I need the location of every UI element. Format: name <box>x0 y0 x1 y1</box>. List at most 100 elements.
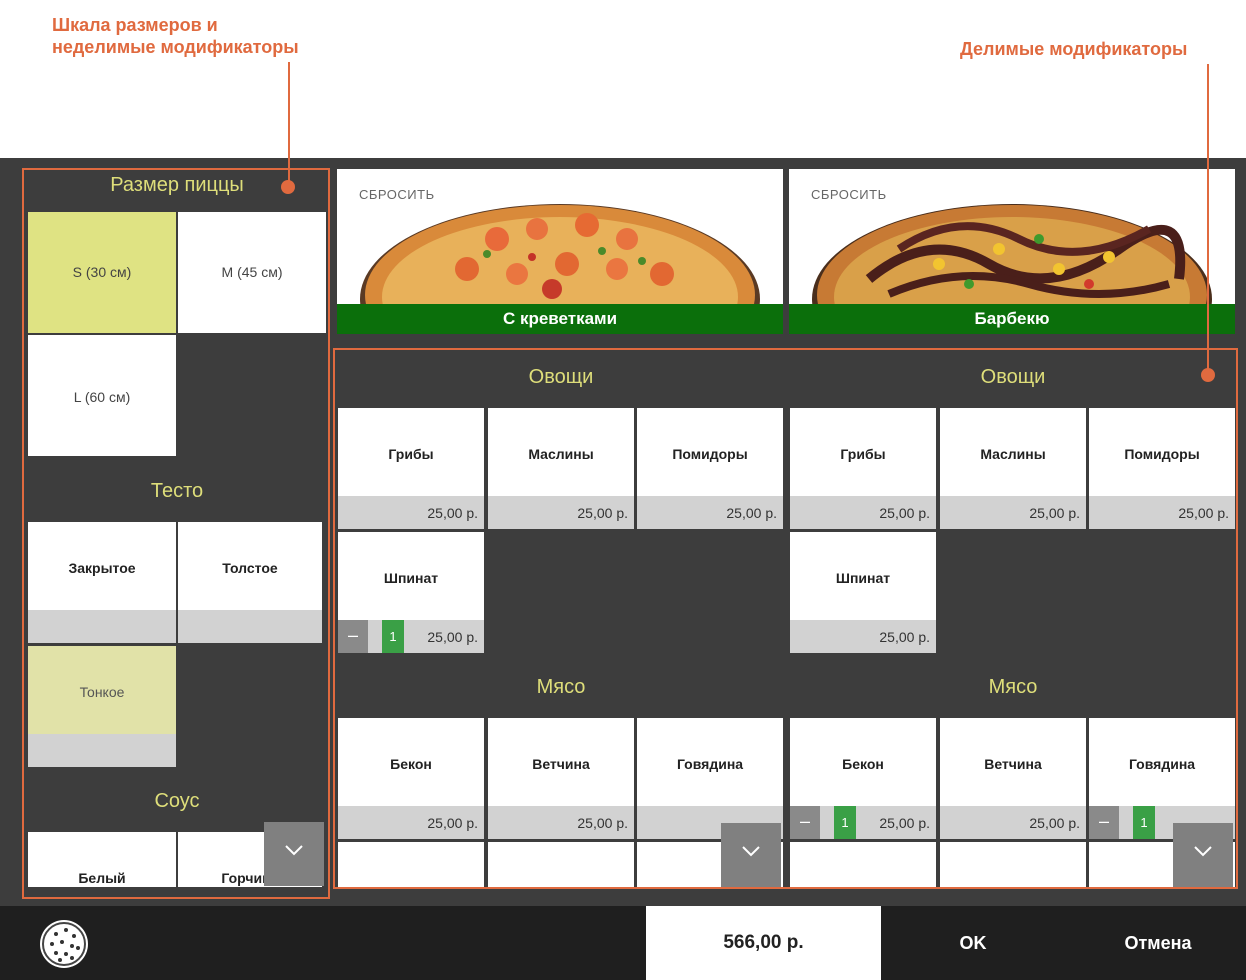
dough-closed-label: Закрытое <box>68 560 136 576</box>
half-2-scroll-down-button[interactable] <box>1173 823 1233 887</box>
price-bar: 25,00 р. <box>338 496 484 529</box>
dough-thick-label: Толстое <box>222 560 278 576</box>
price-bar <box>178 610 322 643</box>
ok-button[interactable]: OK <box>883 906 1063 980</box>
modifier-olives-half-1[interactable]: Маслины 25,00 р. <box>488 408 634 529</box>
size-m-button[interactable]: M (45 см) <box>178 212 326 333</box>
modifier-price: 25,00 р. <box>577 815 628 831</box>
pizza-name-bbq: Барбекю <box>789 304 1235 334</box>
modifier-name: Шпинат <box>835 570 891 586</box>
half-1-scroll-down-button[interactable] <box>721 823 781 887</box>
price-bar: 25,00 р. <box>488 806 634 839</box>
price-bar: – 1 25,00 р. <box>338 620 484 653</box>
order-total: 566,00 р. <box>646 906 881 980</box>
modifier-name: Помидоры <box>1124 446 1200 462</box>
modifier-name: Шпинат <box>383 570 439 586</box>
price-bar: 25,00 р. <box>488 496 634 529</box>
modifier-tomatoes-half-1[interactable]: Помидоры 25,00 р. <box>637 408 783 529</box>
size-s-label: S (30 см) <box>72 264 132 280</box>
price-bar: 25,00 р. <box>338 806 484 839</box>
modifier-cut-tile[interactable] <box>790 842 936 887</box>
dough-section-title: Тесто <box>150 480 204 502</box>
price-bar: 25,00 р. <box>1089 496 1235 529</box>
left-scroll-down-button[interactable] <box>264 822 324 886</box>
reset-button-bbq[interactable]: СБРОСИТЬ <box>811 187 887 202</box>
pizza-card-shrimp[interactable]: СБРОСИТЬ С креветками <box>337 169 783 334</box>
chevron-down-icon <box>1194 846 1212 857</box>
modifier-price: 25,00 р. <box>427 629 478 645</box>
modifier-price: 25,00 р. <box>427 505 478 521</box>
annotation-line-right <box>1207 64 1209 372</box>
dough-thick-button[interactable]: Толстое <box>178 522 322 643</box>
size-l-label: L (60 см) <box>73 389 131 405</box>
price-bar <box>28 734 176 767</box>
modifier-ham-half-2[interactable]: Ветчина 25,00 р. <box>940 718 1086 839</box>
bottom-toolbar: 566,00 р. OK Отмена <box>0 906 1246 980</box>
size-s-button[interactable]: S (30 см) <box>28 212 176 333</box>
modifier-tomatoes-half-2[interactable]: Помидоры 25,00 р. <box>1089 408 1235 529</box>
quantity-badge: 1 <box>382 620 404 653</box>
modifier-spinach-half-1[interactable]: Шпинат – 1 25,00 р. <box>338 532 484 653</box>
vegetables-title-half-1: Овощи <box>528 366 594 388</box>
modifier-price: 25,00 р. <box>1029 505 1080 521</box>
sauce-white-button[interactable]: Белый <box>28 832 176 887</box>
modifier-bacon-half-1[interactable]: Бекон 25,00 р. <box>338 718 484 839</box>
dough-thin-label: Тонкое <box>79 684 125 700</box>
price-bar: 25,00 р. <box>790 496 936 529</box>
annotation-dot-left <box>281 180 295 194</box>
sauce-section-title: Соус <box>154 790 200 812</box>
minus-icon[interactable]: – <box>338 620 368 653</box>
modifier-price: 25,00 р. <box>1029 815 1080 831</box>
modifier-ham-half-1[interactable]: Ветчина 25,00 р. <box>488 718 634 839</box>
cancel-button[interactable]: Отмена <box>1070 906 1246 980</box>
modifier-price: 25,00 р. <box>879 629 930 645</box>
modifier-beef-half-1[interactable]: Говядина <box>637 718 783 839</box>
modifier-price: 25,00 р. <box>427 815 478 831</box>
modifier-cut-tile[interactable] <box>338 842 484 887</box>
modifier-price: 25,00 р. <box>726 505 777 521</box>
price-bar: 25,00 р. <box>790 620 936 653</box>
modifier-spinach-half-2[interactable]: Шпинат 25,00 р. <box>790 532 936 653</box>
pizza-constructor-window: Размер пиццы S (30 см) M (45 см) L (60 с… <box>0 158 1246 906</box>
price-bar <box>28 610 176 643</box>
pizza-name-shrimp: С креветками <box>337 304 783 334</box>
price-bar: 25,00 р. <box>637 496 783 529</box>
pizza-icon[interactable] <box>38 918 90 970</box>
vegetables-title-half-2: Овощи <box>980 366 1046 388</box>
modifier-beef-half-2[interactable]: Говядина – 1 <box>1089 718 1235 839</box>
price-bar: – 1 25,00 р. <box>790 806 936 839</box>
modifier-bacon-half-2[interactable]: Бекон – 1 25,00 р. <box>790 718 936 839</box>
modifier-name: Грибы <box>388 446 434 462</box>
modifier-name: Маслины <box>528 446 594 462</box>
reset-button-shrimp[interactable]: СБРОСИТЬ <box>359 187 435 202</box>
modifier-name: Ветчина <box>532 756 590 772</box>
modifier-name: Грибы <box>840 446 886 462</box>
pizza-card-bbq[interactable]: СБРОСИТЬ Барбекю <box>789 169 1235 334</box>
modifier-price: 25,00 р. <box>577 505 628 521</box>
size-l-button[interactable]: L (60 см) <box>28 335 176 456</box>
modifier-mushrooms-half-1[interactable]: Грибы 25,00 р. <box>338 408 484 529</box>
chevron-down-icon <box>285 845 303 856</box>
chevron-down-icon <box>742 846 760 857</box>
minus-icon[interactable]: – <box>790 806 820 839</box>
modifier-cut-tile[interactable] <box>940 842 1086 887</box>
sauce-white-label: Белый <box>78 870 126 886</box>
annotation-line-left <box>288 62 290 182</box>
modifier-olives-half-2[interactable]: Маслины 25,00 р. <box>940 408 1086 529</box>
modifier-name: Говядина <box>676 756 744 772</box>
quantity-badge: 1 <box>834 806 856 839</box>
modifier-mushrooms-half-2[interactable]: Грибы 25,00 р. <box>790 408 936 529</box>
modifier-price: 25,00 р. <box>879 505 930 521</box>
modifier-name: Маслины <box>980 446 1046 462</box>
annotation-indivisible-modifiers: Шкала размеров и неделимые модификаторы <box>52 15 299 57</box>
size-m-label: M (45 см) <box>221 264 283 280</box>
dough-closed-button[interactable]: Закрытое <box>28 522 176 643</box>
modifier-cut-tile[interactable] <box>488 842 634 887</box>
price-bar: 25,00 р. <box>940 496 1086 529</box>
modifier-name: Бекон <box>842 756 884 772</box>
quantity-badge: 1 <box>1133 806 1155 839</box>
meat-title-half-2: Мясо <box>988 676 1038 698</box>
minus-icon[interactable]: – <box>1089 806 1119 839</box>
dough-thin-button[interactable]: Тонкое <box>28 646 176 767</box>
modifier-name: Ветчина <box>984 756 1042 772</box>
